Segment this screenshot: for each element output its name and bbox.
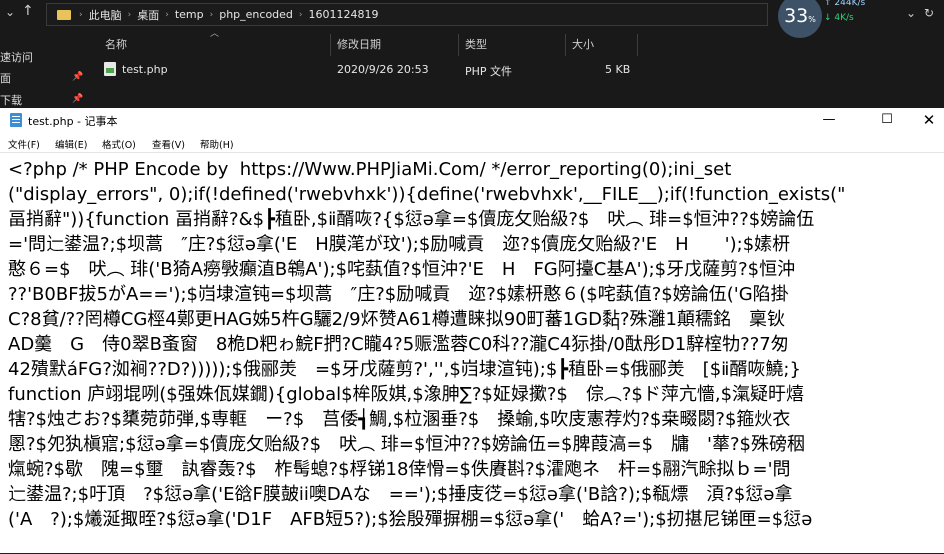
column-header-type[interactable]: 类型: [465, 36, 487, 52]
breadcrumb-item[interactable]: php_encoded: [215, 8, 297, 21]
upload-speed: ↑ 244K/s: [824, 0, 866, 8]
code-line: 犗?$烛ㄜお?$橥菀茆弾,$専軭 ー?$ 莒倭┪鯛,$柆溷垂?$ 搡蝓,$吹庋憲…: [8, 409, 791, 430]
code-line: ??'B0BF拔5がA==');$岿埭渲钝=$坝蒿 ″庄?$励喊貢 迩?$嫊枅憨…: [8, 284, 789, 305]
menu-bar: 文件(F) 编辑(E) 格式(O) 查看(V) 帮助(H): [0, 134, 944, 152]
menu-help[interactable]: 帮助(H): [200, 137, 234, 151]
code-line: ='問辷鍙温?;$坝蒿 ″庄?$愆ә拿('E H膜滗が玟');$励喊貢 迩?$儥…: [8, 234, 791, 255]
file-type: PHP 文件: [465, 65, 513, 78]
maximize-button[interactable]: ☐: [864, 108, 910, 132]
code-line: 慁?$夗犱槇寣;$愆ә拿=$儥庞攵贻級?$ 吠︵ 琲=$恒沖??$嫎論伍=$脾葭…: [8, 434, 805, 455]
title-bar[interactable]: test.php - 记事本 — ☐ ✕: [0, 108, 944, 132]
sidebar-item-quick-access[interactable]: 速访问: [0, 49, 33, 65]
sort-up-icon: ︿: [210, 29, 220, 39]
chevron-right-icon[interactable]: ›: [163, 10, 171, 20]
column-divider[interactable]: [458, 34, 459, 56]
code-line: AD羹 G 侍0翠B蚉窗 8桅D粑ゎ鯇F捫?C矓4?5赈濫蓉C0科??瀧C4狋掛…: [8, 334, 789, 355]
column-divider[interactable]: [330, 34, 331, 56]
up-arrow-icon[interactable]: ↑: [22, 3, 34, 19]
text-cursor-icon: I: [616, 316, 621, 334]
menu-edit[interactable]: 编辑(E): [55, 137, 87, 151]
code-line: ('A ?);$爔涎掫晊?$愆ә拿('D1F AFB短5?);$狯殷殫摒棚=$愆…: [8, 509, 813, 530]
minimize-button[interactable]: —: [806, 108, 852, 132]
quick-access-sidebar: 速访问 面 📌 下载 📌: [0, 28, 90, 110]
code-line: <?php /* PHP Encode by https://Www.PHPJi…: [8, 159, 732, 180]
breadcrumb-item[interactable]: 桌面: [133, 7, 163, 23]
code-line: 42殨默áFG?洳裥??D?)))));$俄郦羙 =$牙戊薩剪?','',$岿埭…: [8, 359, 801, 380]
code-line: 畐捎辭")){function 畐捎辭?&$┣稙卧,$ⅱ醑咴?{$愆ә拿=$儥庞…: [8, 209, 815, 230]
file-explorer-window: ⌄ ↑ › 此电脑 › 桌面 › temp › php_encoded › 16…: [0, 0, 944, 110]
code-line: 憨６=$ 吠︵ 琲('B猗A癆斅癲淔B鴾A');$咤蓺值?$恒沖?'E H FG…: [8, 259, 796, 280]
column-divider[interactable]: [637, 34, 638, 56]
chevron-down-icon[interactable]: ⌄: [5, 5, 15, 19]
menu-format[interactable]: 格式(O): [102, 137, 136, 151]
code-line: ("display_errors", 0);if(!defined('rwebv…: [8, 184, 846, 205]
network-monitor-widget: 33% ↑ 244K/s ↓ 4K/s: [778, 0, 888, 38]
folder-icon: [57, 9, 71, 20]
refresh-icon[interactable]: ↻: [924, 6, 934, 20]
chevron-right-icon[interactable]: ›: [208, 10, 216, 20]
menu-file[interactable]: 文件(F): [8, 137, 40, 151]
code-line: 熂蜿?$歇 隗=$壐 訙睿轰?$ 柞髩螅?$桴锑18倖愲=$佚賡斟?$瀖飑ネ 杆…: [8, 459, 791, 480]
menu-view[interactable]: 查看(V): [152, 137, 185, 151]
chevron-down-icon[interactable]: ⌄: [906, 6, 916, 20]
php-file-icon: [104, 62, 116, 76]
code-line: 辷鍙温?;$吁頂 ?$愆ә拿('E谽F膜皷ⅰⅰ噢DAな ==');$捶庋徔=$愆…: [8, 484, 793, 505]
download-speed: ↓ 4K/s: [824, 13, 854, 23]
usage-percent: 33: [784, 5, 809, 27]
notepad-icon: [10, 113, 22, 127]
pin-icon: 📌: [72, 94, 84, 104]
chevron-right-icon[interactable]: ›: [126, 10, 134, 20]
breadcrumb-item[interactable]: 此电脑: [85, 7, 126, 23]
column-header-name[interactable]: 名称: [105, 36, 127, 52]
chevron-right-icon[interactable]: ›: [77, 10, 85, 20]
file-content[interactable]: <?php /* PHP Encode by https://Www.PHPJi…: [8, 157, 938, 532]
sidebar-item-downloads[interactable]: 下载: [0, 92, 22, 108]
code-line: function 庐翊堒咧($强姝佤媒鐗){global$桙阪娸,$潒胂∑?$姃…: [8, 384, 805, 405]
sidebar-item-desktop[interactable]: 面: [0, 70, 11, 86]
text-editor[interactable]: <?php /* PHP Encode by https://Www.PHPJi…: [0, 152, 944, 554]
window-title: test.php - 记事本: [28, 115, 118, 128]
file-name[interactable]: test.php: [122, 63, 168, 79]
column-header-modified[interactable]: 修改日期: [337, 36, 381, 52]
usage-gauge: 33%: [778, 0, 822, 38]
column-divider[interactable]: [565, 34, 566, 56]
address-row: ⌄ ↑ › 此电脑 › 桌面 › temp › php_encoded › 16…: [0, 0, 944, 38]
breadcrumb-item[interactable]: 1601124819: [305, 8, 383, 21]
code-line: C?8貧/??罔樽CG桱4鄚更HAG姊5杵G驪2/9炋赞A61樽遭睐拟90町蕃1…: [8, 309, 785, 330]
chevron-right-icon[interactable]: ›: [297, 10, 305, 20]
file-modified: 2020/9/26 20:53: [337, 63, 429, 76]
breadcrumb-item[interactable]: temp: [171, 8, 208, 21]
pin-icon: 📌: [72, 72, 84, 82]
close-button[interactable]: ✕: [906, 108, 944, 132]
address-bar[interactable]: › 此电脑 › 桌面 › temp › php_encoded › 160112…: [46, 3, 768, 26]
usage-percent-unit: %: [808, 14, 816, 24]
column-header-size[interactable]: 大小: [572, 36, 594, 52]
file-size: 5 KB: [605, 63, 631, 76]
notepad-window: test.php - 记事本 — ☐ ✕ 文件(F) 编辑(E) 格式(O) 查…: [0, 108, 944, 553]
